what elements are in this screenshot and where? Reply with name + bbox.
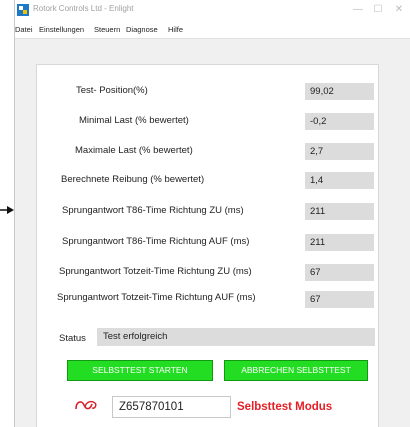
rotork-logo-icon [75, 400, 97, 410]
row-label-deadtime-auf: Sprungantwort Totzeit-Time Richtung AUF … [57, 292, 256, 303]
menu-diagnose[interactable]: Diagnose [126, 25, 158, 34]
start-selftest-button[interactable]: SELBSTTEST STARTEN [67, 360, 213, 381]
abort-selftest-button[interactable]: ABBRECHEN SELBSTTEST [224, 360, 368, 381]
row-label-t86-zu: Sprungantwort T86-Time Richtung ZU (ms) [62, 205, 244, 216]
row-label-min-load: Minimal Last (% bewertet) [79, 115, 189, 126]
screen: Rotork Controls Ltd - Enlight — ☐ ✕ Date… [0, 0, 410, 427]
row-label-friction: Berechnete Reibung (% bewertet) [61, 174, 205, 185]
row-value-t86-auf: 211 [305, 234, 374, 251]
row-value-max-load: 2,7 [305, 143, 374, 160]
maximize-button[interactable]: ☐ [368, 2, 388, 18]
menu-einstellungen[interactable]: Einstellungen [39, 25, 84, 34]
row-label-deadtime-zu: Sprungantwort Totzeit-Time Richtung ZU (… [59, 266, 252, 277]
minimize-button[interactable]: — [348, 2, 368, 18]
menu-steuern[interactable]: Steuern [94, 25, 120, 34]
row-value-t86-zu: 211 [305, 203, 374, 220]
menu-bar: Datei Einstellungen Steuern Diagnose Hil… [15, 22, 410, 39]
enlight-app-icon [17, 4, 29, 16]
menu-datei[interactable]: Datei [15, 25, 33, 34]
row-value-min-load: -0,2 [305, 113, 374, 130]
status-label: Status [59, 333, 86, 344]
close-button[interactable]: ✕ [389, 2, 409, 18]
row-value-deadtime-auf: 67 [305, 291, 374, 308]
arrow-pointer-icon [0, 206, 14, 214]
row-label-max-load: Maximale Last (% bewertet) [75, 145, 193, 156]
window-title: Rotork Controls Ltd - Enlight [33, 4, 134, 13]
status-field: Test erfolgreich [97, 328, 375, 346]
row-value-deadtime-zu: 67 [305, 264, 374, 281]
mode-indicator: Selbsttest Modus [237, 401, 333, 413]
row-label-test-position: Test- Position(%) [76, 85, 148, 96]
menu-hilfe[interactable]: Hilfe [168, 25, 183, 34]
title-bar[interactable]: Rotork Controls Ltd - Enlight — ☐ ✕ [15, 0, 410, 22]
row-label-t86-auf: Sprungantwort T86-Time Richtung AUF (ms) [62, 236, 250, 247]
row-value-test-position: 99,02 [305, 83, 374, 100]
serial-number-field: Z657870101 [112, 396, 231, 418]
row-value-friction: 1,4 [305, 172, 374, 189]
